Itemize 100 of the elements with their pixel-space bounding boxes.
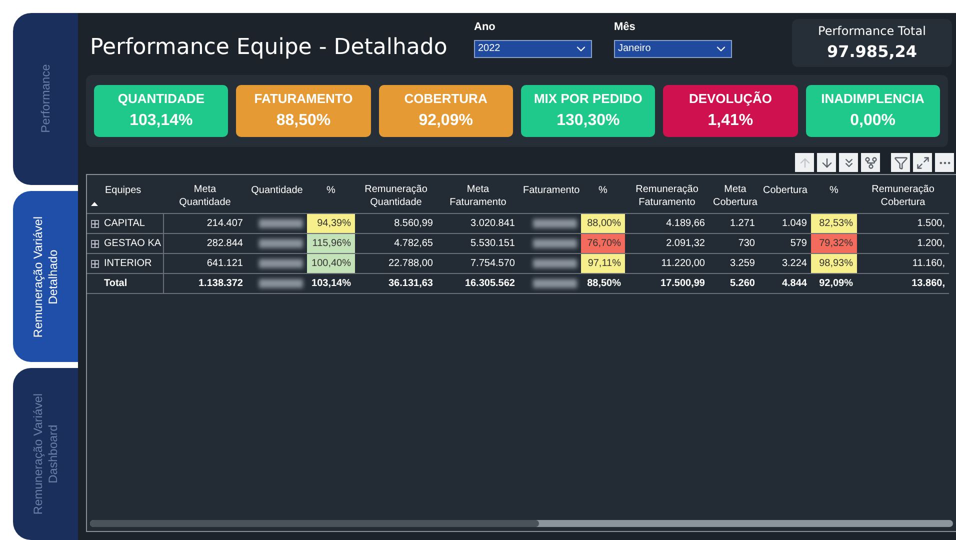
toolbar-button[interactable] — [935, 153, 954, 172]
column-header: Remuneração Cobertura — [870, 183, 936, 209]
table-cell: 1.049 — [782, 218, 807, 229]
table-cell: 3.224 — [782, 258, 807, 269]
table-cell: 4.189,66 — [666, 218, 705, 229]
kpi-label: FATURAMENTO — [254, 90, 353, 108]
kpi-value: 92,09% — [418, 110, 473, 131]
table-cell: 1.500, — [917, 218, 945, 229]
column-header: Remuneração Faturamento — [634, 183, 700, 209]
toolbar-button[interactable] — [839, 153, 858, 172]
row-label: Total — [104, 277, 128, 291]
table-cell: 16.305.562 — [464, 278, 515, 289]
column-header: Faturamento — [523, 184, 580, 197]
row-label: GESTAO KA — [104, 237, 162, 251]
blurred-value — [533, 278, 577, 288]
table-cell: 11.160, — [912, 258, 945, 269]
expand-icon[interactable] — [91, 240, 99, 248]
blurred-value — [533, 258, 577, 268]
column-header: % — [830, 184, 838, 197]
table-cell: 4.782,65 — [394, 238, 433, 249]
row-label: CAPITAL — [104, 217, 145, 231]
column-header: Remuneração Quantidade — [364, 183, 428, 209]
scrollbar-thumb[interactable] — [90, 520, 539, 527]
column-header: Equipes — [105, 184, 142, 197]
toolbar-button[interactable] — [891, 153, 910, 172]
expand-icon[interactable] — [91, 220, 99, 228]
scrollbar[interactable] — [90, 520, 953, 527]
kpi-value: 103,14% — [130, 110, 193, 131]
dropdown[interactable]: 2022 — [474, 40, 592, 58]
table-cell: 4.844 — [782, 278, 807, 289]
table-cell: 100,40% — [312, 258, 351, 269]
kpi-label: DEVOLUÇÃO — [688, 90, 772, 108]
table-cell: 13.860, — [912, 278, 945, 289]
table-cell: 282.844 — [206, 238, 243, 249]
toolbar-button[interactable] — [861, 153, 880, 172]
table-cell: 1.200, — [917, 238, 945, 249]
table-cell: 36.131,63 — [388, 278, 433, 289]
blurred-value — [259, 278, 303, 288]
kpi-value: 130,30% — [556, 110, 620, 131]
column-header: Meta Quantidade — [178, 183, 232, 209]
sort-arrow-icon — [91, 202, 98, 206]
blurred-value — [259, 218, 303, 228]
table-cell: 11.220,00 — [661, 258, 705, 269]
kpi-value: 1,41% — [708, 110, 754, 131]
table-cell: 1.138.372 — [198, 278, 243, 289]
table-cell: 8.560,99 — [394, 218, 433, 229]
table-cell: 79,32% — [819, 238, 853, 249]
toolbar-button[interactable] — [913, 153, 932, 172]
table-cell: 5.260 — [730, 278, 755, 289]
column-header: Cobertura — [763, 184, 808, 197]
table-cell: 579 — [790, 238, 807, 249]
filter-icon — [894, 156, 908, 170]
table-cell: 115,96% — [312, 238, 351, 249]
table-cell: 1.271 — [730, 218, 755, 229]
kpi-value: 0,00% — [850, 110, 896, 131]
table-cell: 7.754.570 — [470, 258, 515, 269]
table-cell: 82,53% — [819, 218, 853, 229]
slicer-label: Mês — [614, 20, 636, 35]
toolbar-button[interactable] — [817, 153, 836, 172]
table-cell: 92,09% — [819, 278, 853, 289]
blurred-value — [533, 238, 577, 248]
kpi-value: 88,50% — [276, 110, 331, 131]
column-header: Meta Faturamento — [448, 183, 508, 209]
column-header: Quantidade — [251, 184, 303, 197]
table-cell: 88,00% — [587, 218, 621, 229]
blurred-value — [259, 258, 303, 268]
table-cell: 3.020.841 — [470, 218, 515, 229]
table-cell: 641.121 — [206, 258, 243, 269]
kpi-label: MIX POR PEDIDO — [534, 90, 642, 108]
expand-icon[interactable] — [91, 260, 99, 268]
expand-icon — [916, 156, 930, 170]
table-cell: 17.500,99 — [660, 278, 705, 289]
kpi-label: COBERTURA — [404, 90, 488, 108]
page-title: Performance Equipe - Detalhado — [90, 34, 448, 62]
table-cell: 98,93% — [819, 258, 853, 269]
kpi-label: INADIMPLENCIA — [821, 90, 924, 108]
table-cell: 88,50% — [587, 278, 621, 289]
column-header: % — [598, 184, 608, 197]
table-cell: 97,11% — [588, 258, 621, 269]
table-cell: 2.091,32 — [666, 238, 705, 249]
blurred-value — [259, 238, 303, 248]
column-header: Meta Cobertura — [713, 183, 758, 209]
table-cell: 22.788,00 — [388, 258, 433, 269]
kpi-label: QUANTIDADE — [118, 90, 204, 108]
table-cell: 103,14% — [312, 278, 351, 289]
dropdown[interactable]: Janeiro — [614, 40, 732, 58]
page-tab[interactable]: Remuneração Variável Detalhado — [13, 190, 78, 362]
column-header: % — [326, 184, 336, 197]
table-cell: 3.259 — [730, 258, 755, 269]
table-cell: 5.530.151 — [470, 238, 515, 249]
table-cell: 76,70% — [587, 238, 621, 249]
table-cell: 730 — [738, 238, 755, 249]
table-cell: 214.407 — [206, 218, 243, 229]
row-label: INTERIOR — [104, 257, 152, 271]
fork-icon — [864, 156, 878, 170]
slicer-label: Ano — [474, 20, 496, 35]
total-card-label: Performance Total — [818, 23, 926, 40]
blurred-value — [533, 218, 577, 228]
table-cell: 94,39% — [317, 218, 351, 229]
total-card-value: 97.985,24 — [826, 41, 918, 63]
